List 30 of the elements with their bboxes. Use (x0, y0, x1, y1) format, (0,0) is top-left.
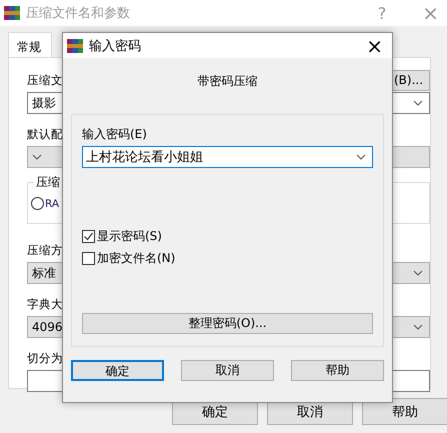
close-button[interactable]: × (366, 34, 383, 58)
dialog-button[interactable]: 帮助 (362, 398, 447, 425)
password-dropdown[interactable]: 上村花论坛看小姐姐 (82, 146, 373, 168)
radio-label: RA (45, 198, 60, 210)
field-label: 切分为 (27, 350, 63, 366)
tab[interactable]: 常规 (8, 32, 52, 57)
checkbox-label: 显示密码(S) (97, 228, 162, 245)
checkbox[interactable] (82, 252, 95, 265)
field-label: 默认配 (27, 126, 63, 142)
checkbox[interactable] (82, 230, 95, 243)
field-label: 压缩方 (27, 242, 63, 258)
chevron-down-icon (413, 270, 423, 276)
chevron-down-icon (356, 154, 366, 160)
dialog-button[interactable]: 帮助 (291, 360, 384, 381)
checkbox-label: 加密文件名(N) (97, 250, 176, 267)
field-label: 压缩文 (27, 72, 63, 88)
field-label: 输入密码(E) (82, 126, 148, 143)
chevron-down-icon (413, 100, 423, 106)
field-label: 字典大 (27, 296, 63, 312)
chevron-down-icon (413, 324, 423, 330)
window-title: 压缩文件名和参数 (26, 5, 131, 22)
books-icon (4, 5, 20, 21)
window-title: 输入密码 (89, 38, 142, 54)
dialog-heading: 带密码压缩 (196, 73, 258, 90)
books-icon (67, 38, 83, 54)
radio-button[interactable] (31, 197, 44, 210)
dialog-button[interactable]: 取消 (181, 360, 274, 381)
dialog-button[interactable]: 确定 (71, 360, 164, 381)
chevron-down-icon (32, 154, 42, 160)
organize-passwords-button[interactable]: 整理密码(O)... (82, 313, 373, 334)
